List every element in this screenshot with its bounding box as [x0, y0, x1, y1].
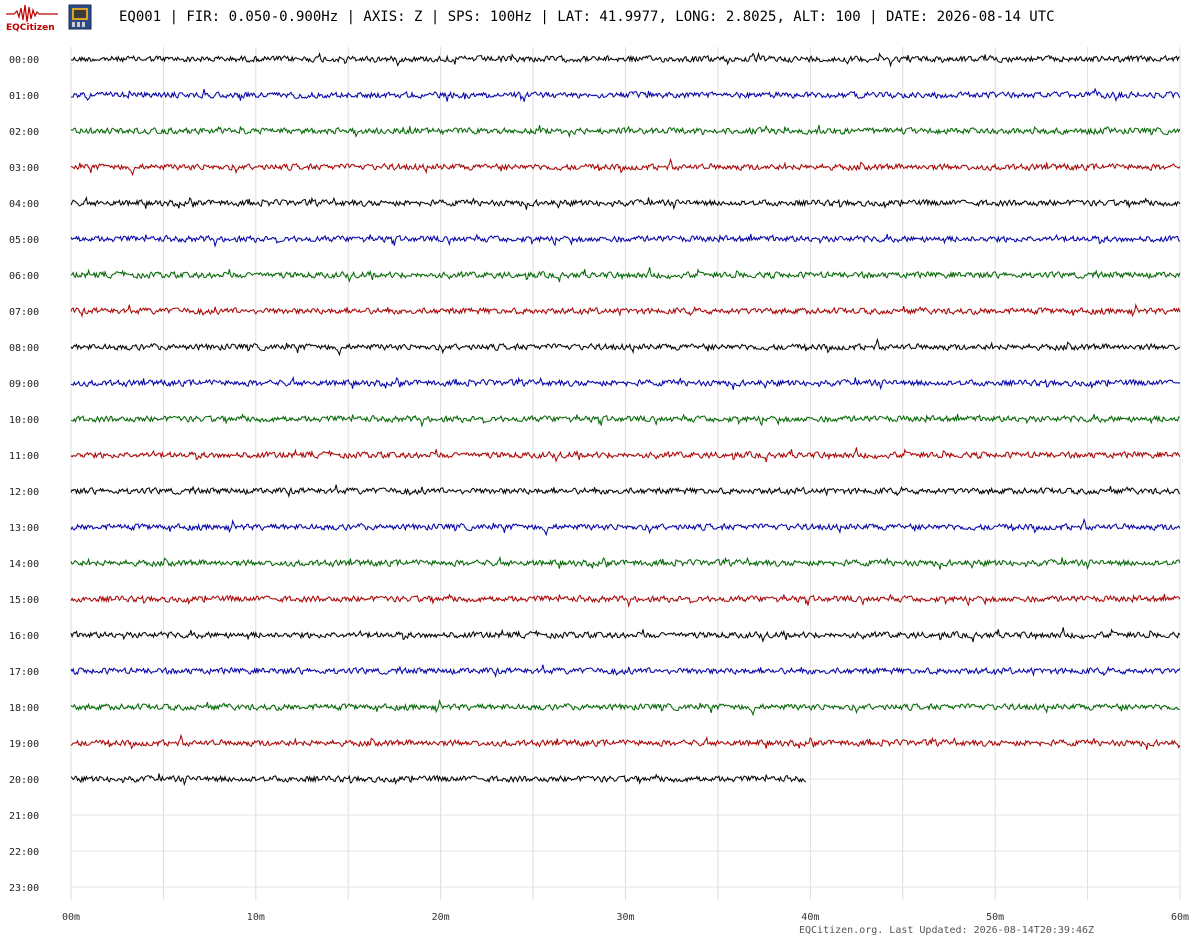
row-time-label: 06:00: [9, 271, 39, 282]
row-time-label: 16:00: [9, 631, 39, 642]
last-updated-text: EQCitizen.org. Last Updated: 2026-08-14T…: [799, 925, 1095, 936]
x-tick-label: 00m: [62, 912, 80, 923]
chart-title: EQ001 | FIR: 0.050-0.900Hz | AXIS: Z | S…: [119, 9, 1055, 25]
seismogram-plot: 00:00 01:00 02:00 03:00 04:00 05:00 06:00 07:00…: [9, 47, 1189, 923]
x-tick-label: 30m: [616, 912, 634, 923]
row-time-label: 12:00: [9, 487, 39, 498]
row-time-label: 20:00: [9, 775, 39, 786]
header: EQCitizen EQ001 | FIR: 0.050-0.900Hz | A…: [0, 0, 1200, 36]
row-time-label: 05:00: [9, 235, 39, 246]
row-time-label: 08:00: [9, 343, 39, 354]
row-time-label: 15:00: [9, 595, 39, 606]
row-time-label: 03:00: [9, 163, 39, 174]
x-tick-label: 60m: [1171, 912, 1189, 923]
row-time-label: 09:00: [9, 379, 39, 390]
x-tick-label: 10m: [247, 912, 265, 923]
x-tick-label: 20m: [432, 912, 450, 923]
row-time-label: 18:00: [9, 703, 39, 714]
row-time-label: 11:00: [9, 451, 39, 462]
row-time-label: 02:00: [9, 127, 39, 138]
row-time-label: 00:00: [9, 55, 39, 66]
row-time-label: 19:00: [9, 739, 39, 750]
logo-text: EQCitizen: [6, 23, 55, 33]
row-time-label: 01:00: [9, 91, 39, 102]
x-tick-label: 50m: [986, 912, 1004, 923]
row-time-label: 14:00: [9, 559, 39, 570]
row-time-label: 04:00: [9, 199, 39, 210]
row-time-label: 17:00: [9, 667, 39, 678]
row-time-label: 23:00: [9, 883, 39, 894]
row-time-label: 07:00: [9, 307, 39, 318]
row-time-label: 10:00: [9, 415, 39, 426]
x-tick-label: 40m: [801, 912, 819, 923]
row-time-label: 13:00: [9, 523, 39, 534]
row-time-label: 21:00: [9, 811, 39, 822]
row-time-label: 22:00: [9, 847, 39, 858]
sensor-board-icon: [68, 4, 92, 30]
